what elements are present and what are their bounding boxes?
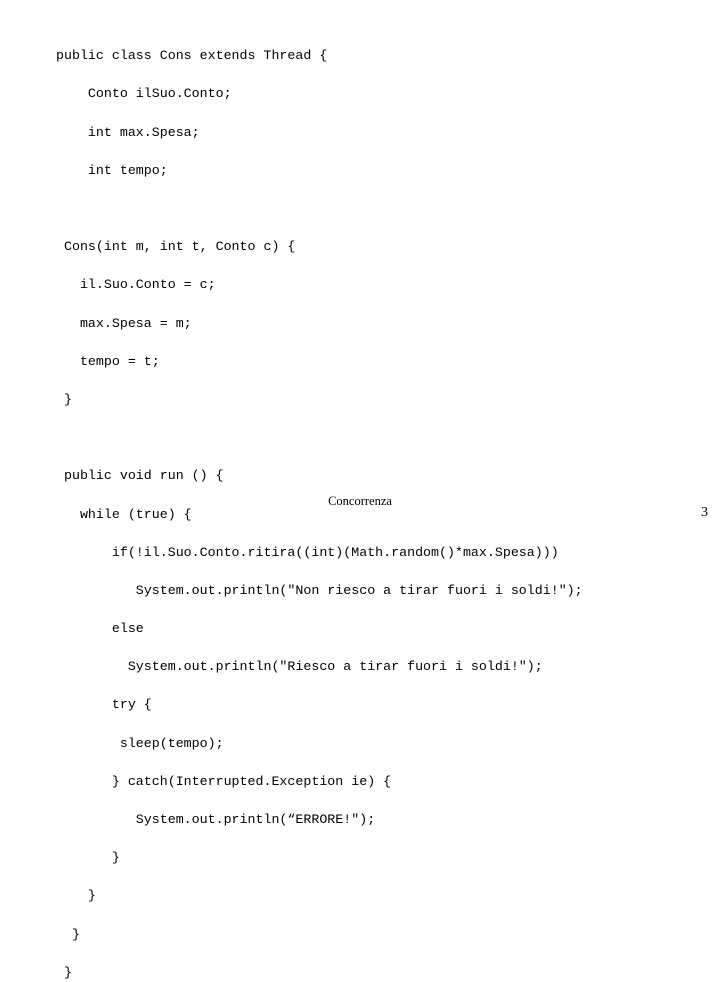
- code-line: if(!il.Suo.Conto.ritira((int)(Math.rando…: [56, 544, 559, 560]
- slide-footer-title: Concorrenza: [328, 494, 392, 508]
- code-line: il.Suo.Conto = c;: [56, 277, 216, 293]
- code-line: public void run () {: [56, 468, 224, 484]
- slide-canvas: public class Cons extends Thread { Conto…: [0, 0, 720, 980]
- code-line: }: [56, 964, 72, 980]
- code-line: else: [56, 621, 144, 637]
- code-line: Conto ilSuo.Conto;: [56, 86, 232, 102]
- code-line: max.Spesa = m;: [56, 315, 192, 331]
- code-line: System.out.println("Non riesco a tirar f…: [56, 582, 583, 598]
- code-line: try {: [56, 697, 152, 713]
- code-line: int max.Spesa;: [56, 124, 200, 140]
- code-line: }: [56, 926, 80, 942]
- code-line: } catch(Interrupted.Exception ie) {: [56, 773, 392, 789]
- code-line: System.out.println("Riesco a tirar fuori…: [56, 659, 543, 675]
- code-block: public class Cons extends Thread { Conto…: [56, 46, 720, 982]
- code-content: public class Cons extends Thread { Conto…: [56, 46, 720, 982]
- code-line: System.out.println(“ERRORE!");: [56, 812, 376, 828]
- code-line: sleep(tempo);: [56, 735, 224, 751]
- code-line: }: [56, 391, 72, 407]
- code-line: Cons(int m, int t, Conto c) {: [56, 239, 296, 255]
- code-line: }: [56, 850, 120, 866]
- code-line: public class Cons extends Thread {: [56, 48, 328, 64]
- code-line: int tempo;: [56, 162, 168, 178]
- code-line: }: [56, 888, 96, 904]
- code-line: tempo = t;: [56, 353, 160, 369]
- slide-page-number: 3: [701, 505, 708, 520]
